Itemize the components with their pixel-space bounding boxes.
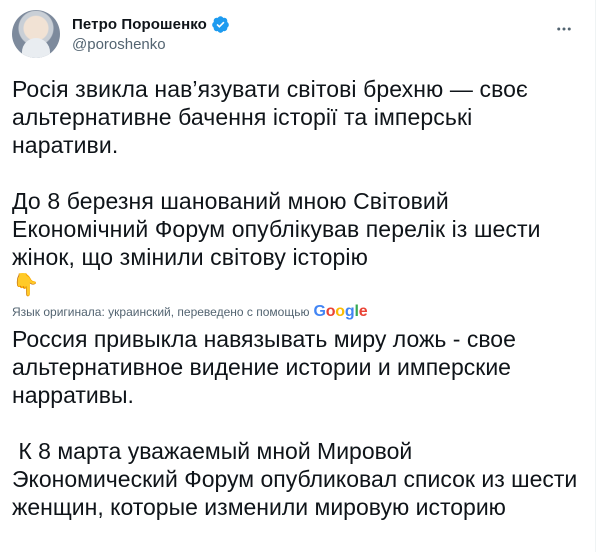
tweet-body: Росія звикла нав’язувати світові брехню … — [12, 75, 583, 521]
google-logo[interactable]: Google — [313, 303, 367, 321]
author-handle[interactable]: @poroshenko — [72, 36, 166, 53]
translated-paragraph: Россия привыкла навязывать миру ложь - с… — [12, 326, 516, 408]
google-letter: e — [358, 303, 368, 320]
pointing-down-emoji: 👇 — [12, 272, 40, 297]
tweet-card: Петро Порошенко @poroshenko Росія звикла… — [0, 0, 596, 552]
author-name[interactable]: Петро Порошенко — [72, 16, 207, 33]
google-letter: G — [313, 303, 326, 320]
original-text: Росія звикла нав’язувати світові брехню … — [12, 75, 583, 271]
translated-paragraph: К 8 марта уважаемый мной Мировой Экономи… — [12, 438, 584, 520]
avatar[interactable] — [12, 10, 60, 58]
google-letter: o — [335, 303, 345, 320]
tweet-header: Петро Порошенко @poroshenko — [12, 10, 583, 58]
more-horizontal-icon — [557, 27, 571, 31]
google-letter: o — [325, 303, 336, 320]
original-paragraph: До 8 березня шанований мною Світовий Еко… — [12, 188, 541, 270]
original-paragraph: Росія звикла нав’язувати світові брехню … — [12, 76, 528, 158]
translated-text: Россия привыкла навязывать миру ложь - с… — [12, 325, 583, 521]
google-letter: g — [344, 303, 355, 320]
translation-note: Язык оригинала: украинский, переведено с… — [12, 305, 310, 319]
author-name-row[interactable]: Петро Порошенко — [72, 14, 230, 34]
translation-attribution: Язык оригинала: украинский, переведено с… — [12, 301, 583, 323]
verified-badge-icon — [212, 15, 229, 33]
more-options-button[interactable] — [547, 12, 581, 46]
